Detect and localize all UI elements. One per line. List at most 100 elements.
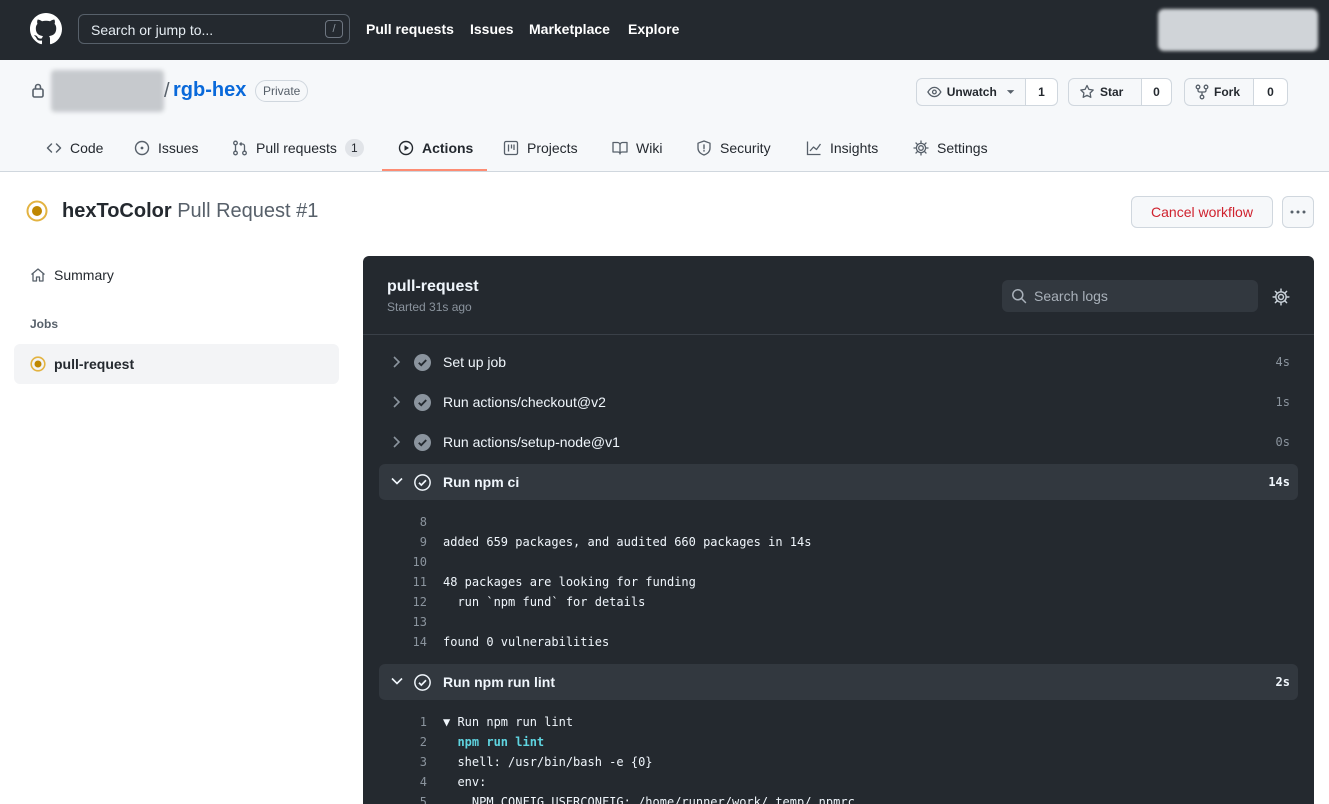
log-line: 8 (419, 515, 427, 529)
home-icon (31, 268, 45, 282)
workflow-run-label: Pull Request #1 (177, 200, 319, 222)
search-logs-placeholder: Search logs (1034, 288, 1108, 304)
selected-tab-indicator (382, 169, 487, 171)
log-line: 3 shell: /usr/bin/bash -e {0} (419, 755, 653, 769)
check-circle-icon (414, 474, 431, 491)
job-started-time: Started 31s ago (387, 300, 472, 314)
log-line: 12 run `npm fund` for details (412, 595, 646, 609)
tab-actions[interactable]: Actions (398, 138, 473, 158)
star-button[interactable]: Star (1068, 78, 1142, 106)
global-search-placeholder: Search or jump to... (91, 22, 214, 38)
repo-header (0, 60, 1329, 172)
sidebar-summary-link[interactable]: Summary (30, 267, 114, 283)
issue-opened-icon (134, 140, 150, 156)
graph-icon (806, 141, 822, 156)
header-nav-explore[interactable]: Explore (628, 21, 679, 37)
repo-name-link[interactable]: rgb-hex (173, 79, 246, 102)
cancel-workflow-button[interactable]: Cancel workflow (1131, 196, 1273, 228)
star-icon (1080, 84, 1094, 98)
repo-path-separator: / (164, 80, 170, 102)
step-duration: 4s (1275, 355, 1290, 369)
step-duration: 0s (1275, 435, 1290, 449)
step-run-npm-ci[interactable]: Run npm ci 14s (379, 464, 1298, 500)
pull-requests-count-badge: 1 (344, 139, 364, 157)
tab-code-label: Code (70, 140, 104, 156)
step-duration: 2s (1275, 675, 1290, 689)
check-circle-icon (414, 674, 431, 691)
star-count[interactable]: 0 (1142, 78, 1172, 106)
visibility-badge: Private (255, 80, 309, 102)
chevron-down-icon (391, 677, 403, 685)
gear-icon (913, 140, 929, 156)
search-icon (1012, 289, 1027, 304)
in-progress-status-icon (30, 356, 46, 372)
tab-insights-label: Insights (830, 140, 879, 156)
check-circle-icon (414, 394, 431, 411)
step-run-checkout[interactable]: Run actions/checkout@v2 1s (379, 384, 1298, 420)
tab-settings-label: Settings (937, 140, 988, 156)
book-icon (612, 141, 628, 155)
tab-wiki-label: Wiki (636, 140, 663, 156)
eye-icon (927, 86, 942, 98)
tab-issues[interactable]: Issues (134, 138, 198, 158)
tab-projects[interactable]: Projects (503, 138, 578, 158)
tab-security-label: Security (720, 140, 771, 156)
github-logo-icon[interactable] (30, 13, 62, 45)
star-button-group: Star 0 (1068, 78, 1172, 106)
tab-insights[interactable]: Insights (806, 138, 878, 158)
caret-down-icon (1006, 90, 1015, 94)
lock-icon (32, 83, 44, 98)
global-header: Search or jump to... / Pull requests Iss… (0, 0, 1329, 60)
fork-count[interactable]: 0 (1254, 78, 1288, 106)
step-label: Run actions/checkout@v2 (443, 394, 606, 410)
project-icon (503, 140, 519, 156)
step-set-up-job[interactable]: Set up job 4s (379, 344, 1298, 380)
search-logs-input[interactable]: Search logs (1002, 280, 1258, 312)
sidebar-job-item[interactable]: pull-request (14, 344, 339, 384)
fork-button[interactable]: Fork (1184, 78, 1254, 106)
in-progress-status-icon (26, 200, 48, 222)
tab-actions-label: Actions (422, 140, 474, 156)
step-run-setup-node[interactable]: Run actions/setup-node@v1 0s (379, 424, 1298, 460)
check-circle-icon (414, 354, 431, 371)
search-shortcut-badge: / (325, 20, 343, 38)
fork-label: Fork (1214, 85, 1241, 99)
watch-button-group: Unwatch 1 (916, 78, 1058, 106)
step-run-npm-lint[interactable]: Run npm run lint 2s (379, 664, 1298, 700)
repo-owner-blurred[interactable] (51, 70, 164, 112)
unwatch-button[interactable]: Unwatch (916, 78, 1026, 106)
job-log-panel: pull-request Started 31s ago Search logs… (363, 256, 1314, 804)
log-line: 10 (412, 555, 427, 569)
tab-wiki[interactable]: Wiki (612, 138, 662, 158)
tab-pull-requests[interactable]: Pull requests 1 (232, 138, 364, 158)
log-line: 2 npm run lint (419, 735, 545, 749)
tab-issues-label: Issues (158, 140, 199, 156)
log-header-divider (363, 334, 1314, 335)
step-label: Run npm run lint (443, 674, 555, 690)
tab-projects-label: Projects (527, 140, 578, 156)
step-label: Run npm ci (443, 474, 520, 490)
log-line: 4 env: (419, 775, 487, 789)
step-duration: 14s (1268, 475, 1290, 489)
tab-code[interactable]: Code (46, 138, 103, 158)
header-nav-marketplace[interactable]: Marketplace (529, 21, 610, 37)
unwatch-label: Unwatch (946, 85, 997, 99)
header-nav-pull-requests[interactable]: Pull requests (366, 21, 454, 37)
code-icon (46, 143, 62, 153)
star-label: Star (1100, 85, 1124, 99)
check-circle-icon (414, 434, 431, 451)
log-line: 5 NPM_CONFIG_USERCONFIG: /home/runner/wo… (419, 795, 855, 804)
global-search-input[interactable]: Search or jump to... / (78, 14, 350, 44)
sidebar-job-label: pull-request (54, 356, 135, 372)
gear-icon[interactable] (1272, 288, 1290, 306)
tab-settings[interactable]: Settings (913, 138, 988, 158)
header-nav-issues[interactable]: Issues (470, 21, 514, 37)
user-menu-blurred[interactable] (1158, 9, 1318, 51)
tab-security[interactable]: Security (696, 138, 771, 158)
watch-count[interactable]: 1 (1026, 78, 1058, 106)
step-label: Run actions/setup-node@v1 (443, 434, 620, 450)
more-options-button[interactable] (1282, 196, 1314, 228)
log-group-toggle[interactable]: 1 ▼ Run npm run lint (403, 712, 573, 732)
workflow-name: hexToColor (62, 200, 172, 222)
log-command: npm run lint (443, 735, 545, 749)
